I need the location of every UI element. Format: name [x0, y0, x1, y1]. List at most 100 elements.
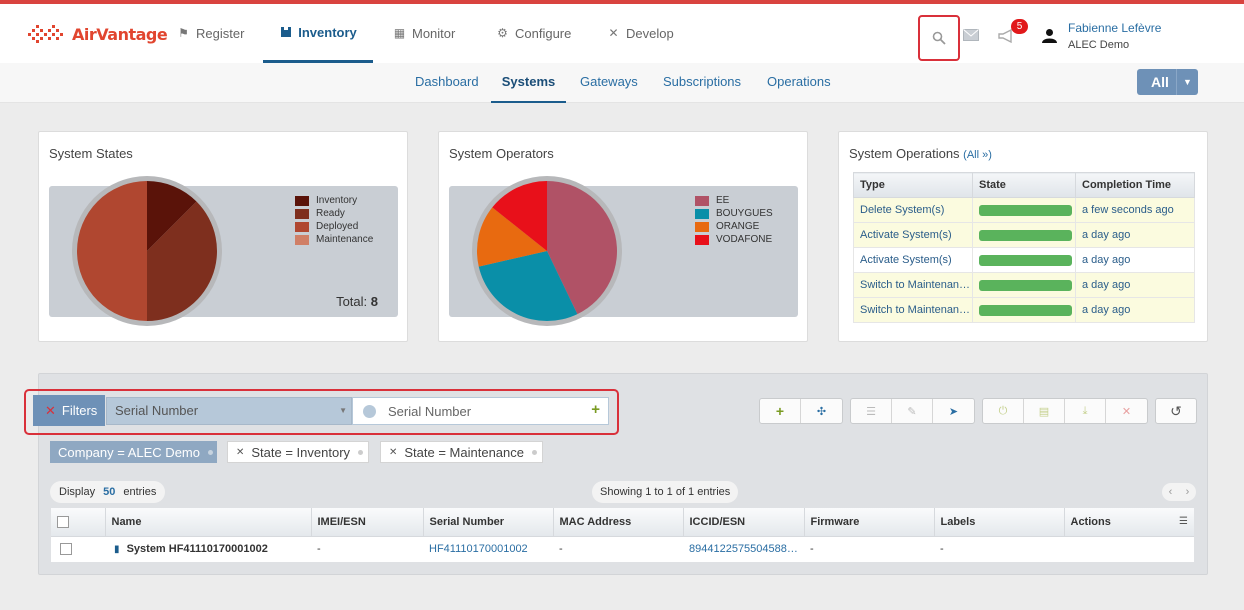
tools-icon: ✕: [608, 26, 619, 40]
remove-chip-icon[interactable]: ✕: [236, 447, 244, 458]
column-header-serial[interactable]: Serial Number: [423, 508, 554, 537]
delete-icon: ✕: [1121, 405, 1132, 418]
add-filter-icon[interactable]: +: [591, 401, 600, 418]
legend-swatch: [695, 208, 709, 219]
import-button[interactable]: ✣: [801, 399, 842, 423]
user-name-link[interactable]: Fabienne Lefèvre: [1068, 21, 1161, 35]
page-size-selector[interactable]: Display 50 entries: [50, 481, 166, 503]
system-total: Total: 8: [336, 294, 378, 309]
details-button[interactable]: ☰: [851, 399, 892, 423]
column-header-iccid[interactable]: ICCID/ESN: [683, 508, 805, 537]
page-size-value[interactable]: 50: [103, 486, 115, 498]
mail-icon[interactable]: [963, 28, 979, 42]
filter-chip-company[interactable]: Company = ALEC Demo: [50, 441, 217, 463]
tab-operations[interactable]: Operations: [767, 63, 831, 103]
filters-button[interactable]: ✕ Filters: [33, 395, 105, 426]
tab-subscriptions[interactable]: Subscriptions: [663, 63, 741, 103]
legend-label: ORANGE: [716, 221, 760, 232]
delete-button[interactable]: ✕: [1106, 399, 1147, 423]
operation-row[interactable]: Switch to Maintenan… a day ago: [853, 297, 1195, 323]
legend-swatch: [295, 195, 309, 206]
pagination: ‹ ›: [1162, 483, 1196, 501]
pie-slice-deployed[interactable]: [76, 181, 147, 321]
nav-inventory[interactable]: Inventory: [263, 4, 373, 63]
airvantage-logo[interactable]: AirVantage: [28, 22, 168, 46]
operation-row[interactable]: Activate System(s) a day ago: [853, 222, 1195, 248]
operations-all-link[interactable]: (All »): [963, 149, 992, 161]
actions-cell: [1064, 536, 1194, 562]
legend-item: Deployed: [295, 220, 373, 233]
system-states-chart-area: Inventory Ready Deployed Maintenance Tot…: [49, 176, 398, 326]
operation-row[interactable]: Switch to Maintenan… a day ago: [853, 272, 1195, 298]
column-header-actions[interactable]: Actions ☰: [1064, 508, 1194, 537]
filter-chip-state-inventory[interactable]: ✕ State = Inventory: [227, 441, 369, 463]
progress-bar: [979, 229, 1072, 241]
total-value: 8: [370, 294, 378, 309]
legend-label: EE: [716, 195, 730, 206]
activate-button[interactable]: ⏻: [983, 399, 1024, 423]
action-toolbar-group: ⏻ ▤ ⤓ ✕: [982, 398, 1148, 424]
row-select-cell: [51, 536, 105, 562]
column-header-imei[interactable]: IMEI/ESN: [311, 508, 424, 537]
systems-table: Name IMEI/ESN Serial Number MAC Address …: [51, 508, 1194, 562]
legend-label: Maintenance: [316, 234, 374, 245]
column-header-mac[interactable]: MAC Address: [553, 508, 684, 537]
column-header-type[interactable]: Type: [853, 172, 973, 198]
legend-label: VODAFONE: [716, 234, 773, 245]
chevron-left-icon[interactable]: ‹: [1169, 486, 1173, 498]
operation-row[interactable]: Delete System(s) a few seconds ago: [853, 197, 1195, 223]
chevron-right-icon[interactable]: ›: [1186, 486, 1190, 498]
operations-table: Type State Completion Time Delete System…: [853, 172, 1195, 323]
nav-monitor[interactable]: ▦ Monitor: [393, 4, 456, 63]
system-operators-title: System Operators: [449, 146, 554, 161]
tab-systems[interactable]: Systems: [491, 63, 566, 103]
legend-item: Inventory: [295, 194, 373, 207]
column-header-completion-time[interactable]: Completion Time: [1075, 172, 1195, 198]
tag-button[interactable]: ➤: [933, 399, 974, 423]
column-header-firmware[interactable]: Firmware: [804, 508, 935, 537]
tab-gateways[interactable]: Gateways: [580, 63, 638, 103]
select-all-checkbox[interactable]: [57, 515, 69, 528]
total-label: Total:: [336, 294, 368, 309]
system-name-link[interactable]: System HF41110170001002: [127, 543, 268, 555]
filter-chip-label: State = Inventory: [251, 444, 351, 460]
edit-button[interactable]: ✎: [892, 399, 933, 423]
row-checkbox[interactable]: [60, 543, 72, 556]
serial-cell[interactable]: HF41110170001002: [423, 536, 553, 562]
operation-row[interactable]: Activate System(s) a day ago: [853, 247, 1195, 273]
remove-chip-icon[interactable]: ✕: [389, 447, 397, 458]
add-system-button[interactable]: +: [760, 399, 801, 423]
refresh-button[interactable]: ↺: [1156, 399, 1196, 423]
tab-dashboard[interactable]: Dashboard: [415, 63, 479, 103]
legend-swatch: [695, 221, 709, 232]
iccid-cell[interactable]: 8944122575504588…: [683, 536, 804, 562]
filter-chip-state-maintenance[interactable]: ✕ State = Maintenance: [380, 441, 543, 463]
install-button[interactable]: ⤓: [1065, 399, 1106, 423]
plus-icon: +: [775, 403, 785, 419]
operation-state: [972, 247, 1076, 273]
tag-icon: ➤: [948, 405, 959, 418]
legend-label: BOUYGUES: [716, 208, 773, 219]
column-header-name[interactable]: Name: [105, 508, 312, 537]
user-company: ALEC Demo: [1068, 39, 1130, 51]
bookmark-icon: ▮: [114, 544, 120, 556]
filter-field-select[interactable]: Serial Number ▼: [106, 397, 352, 425]
register-icon: ⚑: [178, 26, 189, 40]
system-states-pie: [72, 176, 222, 326]
nav-configure[interactable]: ⚙ Configure: [496, 4, 571, 63]
subscription-button[interactable]: ▤: [1024, 399, 1065, 423]
download-icon: ⤓: [1082, 404, 1088, 417]
table-row[interactable]: ▮ System HF41110170001002 - HF4111017000…: [51, 536, 1194, 562]
display-label: Display: [59, 486, 96, 498]
column-header-labels[interactable]: Labels: [934, 508, 1065, 537]
nav-develop[interactable]: ✕ Develop: [607, 4, 673, 63]
columns-menu-icon[interactable]: ☰: [1179, 516, 1188, 527]
nav-register[interactable]: ⚑ Register: [177, 4, 244, 63]
pencil-icon: ✎: [907, 405, 917, 418]
search-button[interactable]: [918, 15, 960, 61]
column-header-state[interactable]: State: [972, 172, 1076, 198]
operation-time: a day ago: [1075, 297, 1195, 323]
scope-dropdown[interactable]: All ▼: [1137, 69, 1198, 95]
filter-search-input[interactable]: Serial Number +: [352, 397, 609, 425]
system-states-legend: Inventory Ready Deployed Maintenance: [295, 194, 373, 246]
